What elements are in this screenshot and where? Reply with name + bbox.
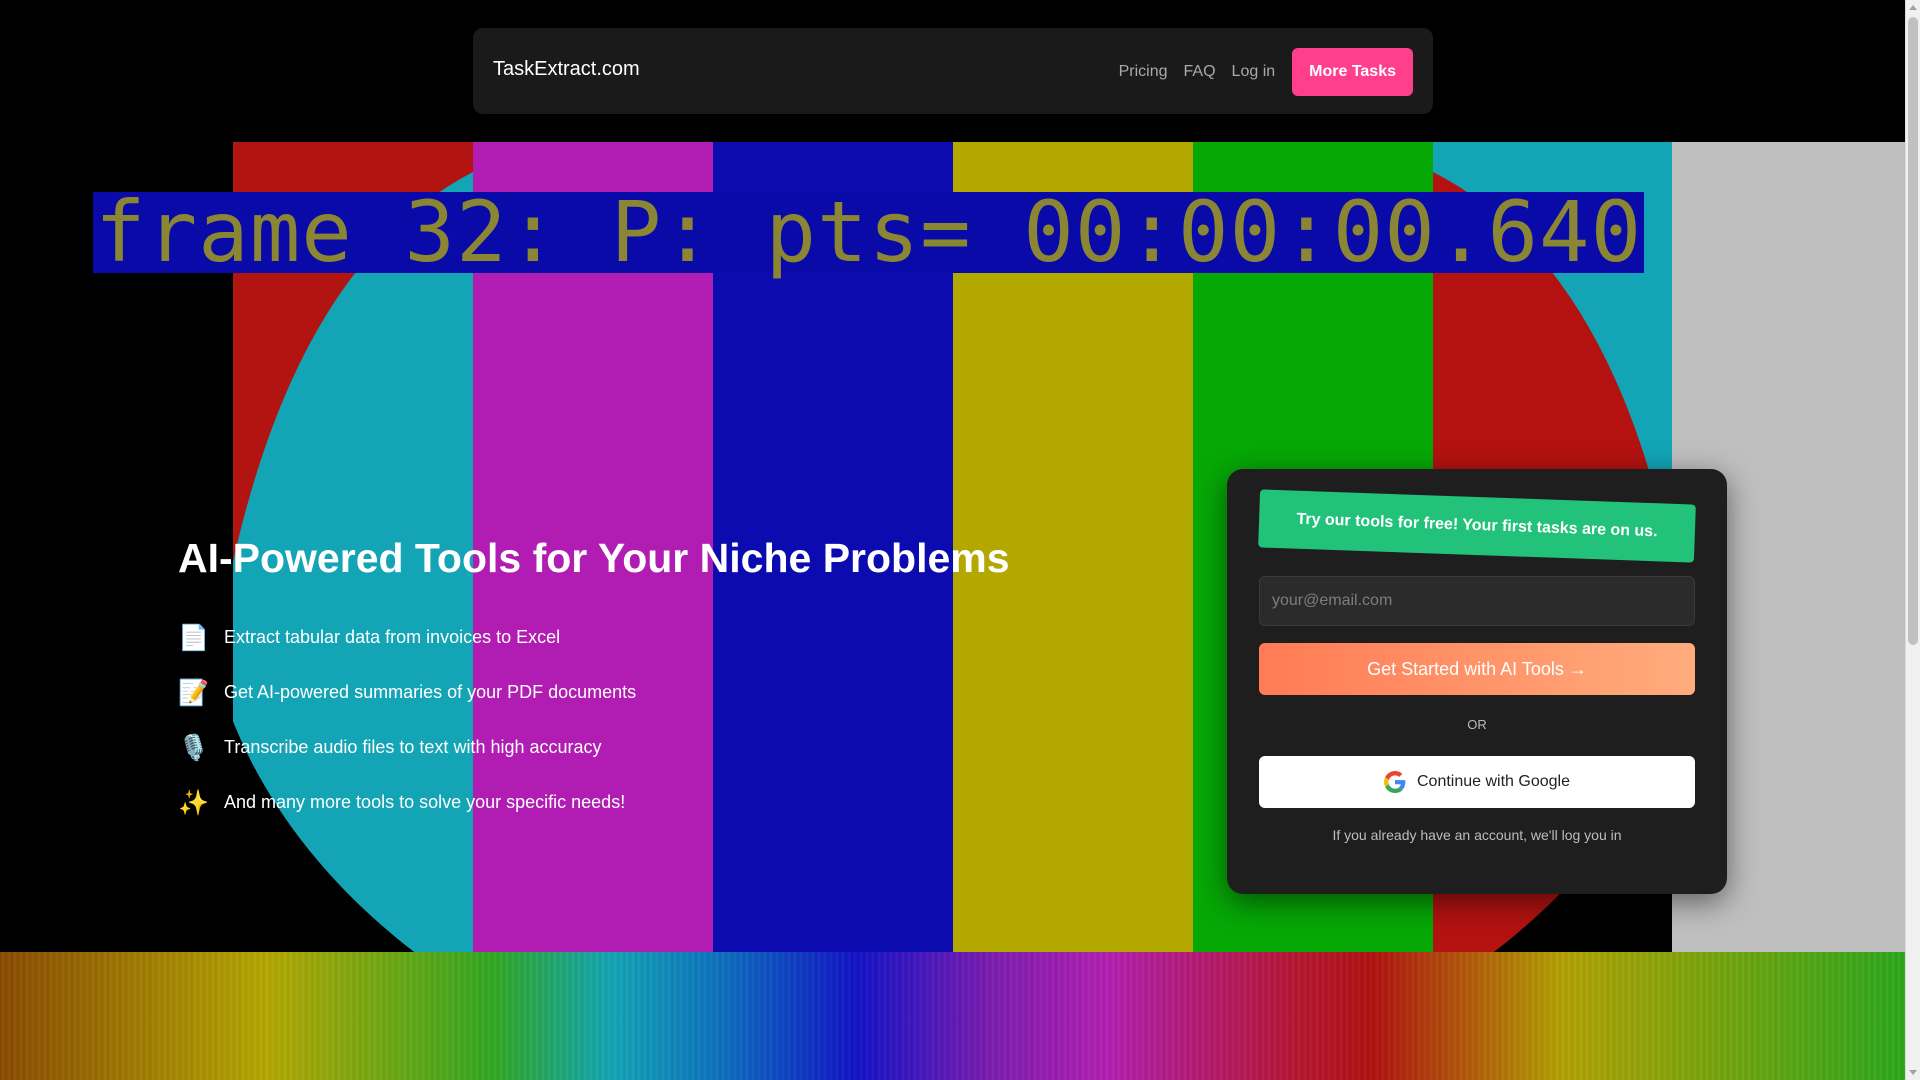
feature-text: Transcribe audio files to text with high… bbox=[224, 737, 602, 757]
feature-item: 📄 Extract tabular data from invoices to … bbox=[178, 610, 636, 665]
rainbow-gradient-band bbox=[0, 952, 1905, 1080]
frame-overlay-text: frame 32: P: pts= 00:00:00.640 bbox=[93, 183, 1645, 281]
email-input[interactable] bbox=[1259, 576, 1695, 626]
google-logo-icon bbox=[1384, 771, 1406, 793]
feature-text: Extract tabular data from invoices to Ex… bbox=[224, 627, 561, 647]
feature-item: 📝 Get AI-powered summaries of your PDF d… bbox=[178, 665, 636, 720]
memo-icon: 📝 bbox=[178, 678, 210, 707]
site-header: TaskExtract.com Pricing FAQ Log in More … bbox=[473, 28, 1433, 114]
nav-login-link[interactable]: Log in bbox=[1232, 62, 1276, 82]
account-login-note: If you already have an account, we'll lo… bbox=[1332, 827, 1622, 843]
feature-list: 📄 Extract tabular data from invoices to … bbox=[178, 610, 636, 830]
or-divider-text: OR bbox=[1467, 717, 1487, 732]
hero-title: AI-Powered Tools for Your Niche Problems bbox=[178, 535, 1010, 581]
signup-card: Try our tools for free! Your first tasks… bbox=[1227, 469, 1727, 894]
nav-faq-link[interactable]: FAQ bbox=[1184, 62, 1216, 82]
more-tasks-button[interactable]: More Tasks bbox=[1292, 48, 1413, 96]
feature-text: Get AI-powered summaries of your PDF doc… bbox=[224, 682, 637, 702]
scroll-down-arrow-icon[interactable] bbox=[1909, 1070, 1917, 1075]
microphone-icon: 🎙️ bbox=[178, 733, 210, 762]
feature-text: And many more tools to solve your specif… bbox=[224, 792, 626, 812]
feature-item: ✨ And many more tools to solve your spec… bbox=[178, 775, 636, 830]
free-trial-banner: Try our tools for free! Your first tasks… bbox=[1258, 489, 1696, 563]
sparkles-icon: ✨ bbox=[178, 788, 210, 817]
brand-logo-text[interactable]: TaskExtract.com bbox=[493, 58, 640, 81]
google-button-label: Continue with Google bbox=[1417, 773, 1570, 790]
page-facing-up-icon: 📄 bbox=[178, 623, 210, 652]
get-started-button[interactable]: Get Started with AI Tools → bbox=[1259, 643, 1695, 695]
top-nav: Pricing FAQ Log in More Tasks bbox=[1103, 48, 1413, 96]
feature-item: 🎙️ Transcribe audio files to text with h… bbox=[178, 720, 636, 775]
scroll-up-arrow-icon[interactable] bbox=[1909, 5, 1917, 10]
scrollbar-thumb[interactable] bbox=[1908, 17, 1918, 645]
nav-pricing-link[interactable]: Pricing bbox=[1119, 62, 1168, 82]
page-scrollbar[interactable] bbox=[1905, 0, 1920, 1080]
continue-with-google-button[interactable]: Continue with Google bbox=[1259, 756, 1695, 808]
